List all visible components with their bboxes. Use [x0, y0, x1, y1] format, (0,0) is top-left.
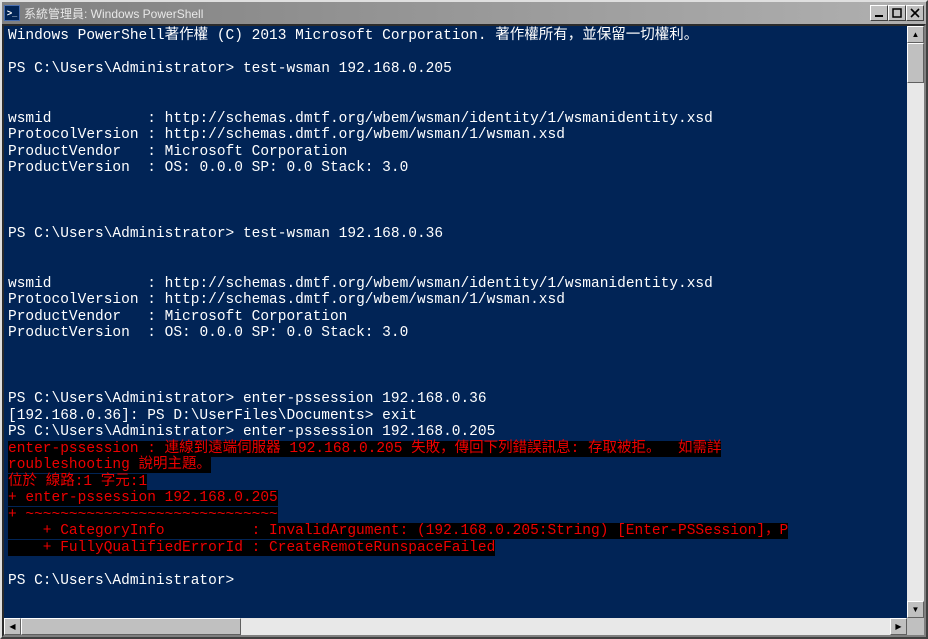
- horizontal-scrollbar[interactable]: ◀ ▶: [4, 618, 907, 635]
- minimize-icon: [874, 8, 884, 18]
- maximize-icon: [892, 8, 902, 18]
- output-1-version: ProductVersion : OS: 0.0.0 SP: 0.0 Stack…: [8, 160, 408, 176]
- final-prompt: PS C:\Users\Administrator>: [8, 573, 234, 589]
- error-line-7: + FullyQualifiedErrorId : CreateRemoteRu…: [8, 540, 495, 556]
- error-line-1: enter-pssession : 連線到遠端伺服器 192.168.0.205…: [8, 441, 721, 457]
- scroll-corner: [907, 618, 924, 635]
- window-buttons: [870, 5, 924, 21]
- scroll-left-button[interactable]: ◀: [4, 618, 21, 635]
- vertical-scrollbar[interactable]: ▲ ▼: [907, 26, 924, 618]
- scroll-v-thumb[interactable]: [907, 43, 924, 83]
- scroll-down-button[interactable]: ▼: [907, 601, 924, 618]
- output-1-proto: ProtocolVersion : http://schemas.dmtf.or…: [8, 127, 565, 143]
- close-button[interactable]: [906, 5, 924, 21]
- powershell-icon: >_: [4, 5, 20, 21]
- error-line-3: 位於 線路:1 字元:1: [8, 474, 147, 490]
- window-title: 系統管理員: Windows PowerShell: [24, 5, 870, 22]
- scroll-v-track[interactable]: [907, 43, 924, 601]
- output-2-proto: ProtocolVersion : http://schemas.dmtf.or…: [8, 292, 565, 308]
- error-line-2: roubleshooting 說明主題。: [8, 457, 211, 473]
- output-2-version: ProductVersion : OS: 0.0.0 SP: 0.0 Stack…: [8, 325, 408, 341]
- powershell-window: >_ 系統管理員: Windows PowerShell Windows Pow…: [0, 0, 928, 639]
- maximize-button[interactable]: [888, 5, 906, 21]
- session-line-1: PS C:\Users\Administrator> enter-pssessi…: [8, 391, 487, 407]
- session-line-2: [192.168.0.36]: PS D:\UserFiles\Document…: [8, 408, 417, 424]
- copyright-line: Windows PowerShell著作權 (C) 2013 Microsoft…: [8, 28, 698, 44]
- titlebar[interactable]: >_ 系統管理員: Windows PowerShell: [2, 2, 926, 24]
- console-output[interactable]: Windows PowerShell著作權 (C) 2013 Microsoft…: [4, 26, 907, 618]
- error-line-5: + ~~~~~~~~~~~~~~~~~~~~~~~~~~~~~: [8, 507, 278, 523]
- minimize-button[interactable]: [870, 5, 888, 21]
- output-1-vendor: ProductVendor : Microsoft Corporation: [8, 144, 347, 160]
- prompt-2: PS C:\Users\Administrator> test-wsman 19…: [8, 226, 443, 242]
- close-icon: [910, 8, 920, 18]
- session-line-3: PS C:\Users\Administrator> enter-pssessi…: [8, 424, 495, 440]
- console-area: Windows PowerShell著作權 (C) 2013 Microsoft…: [2, 24, 926, 637]
- error-line-4: + enter-pssession 192.168.0.205: [8, 490, 278, 506]
- output-2-vendor: ProductVendor : Microsoft Corporation: [8, 309, 347, 325]
- scroll-h-track[interactable]: [21, 618, 890, 635]
- scroll-right-button[interactable]: ▶: [890, 618, 907, 635]
- prompt-1: PS C:\Users\Administrator> test-wsman 19…: [8, 61, 452, 77]
- output-2-wsmid: wsmid : http://schemas.dmtf.org/wbem/wsm…: [8, 276, 713, 292]
- output-1-wsmid: wsmid : http://schemas.dmtf.org/wbem/wsm…: [8, 111, 713, 127]
- scroll-up-button[interactable]: ▲: [907, 26, 924, 43]
- error-line-6: + CategoryInfo : InvalidArgument: (192.1…: [8, 523, 788, 539]
- scroll-h-thumb[interactable]: [21, 618, 241, 635]
